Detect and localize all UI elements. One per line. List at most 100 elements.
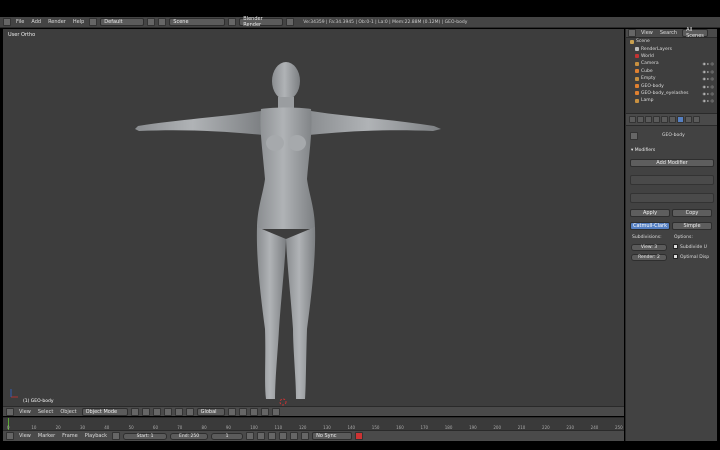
shading-icon[interactable] [130,407,139,416]
add-screen-icon[interactable] [147,18,156,26]
outliner-item[interactable]: Camera ◉ ▸ ◎ [626,60,717,67]
manipulator-icon[interactable] [152,407,161,416]
menu-file[interactable]: File [14,19,26,25]
orientation-dropdown[interactable]: Global [196,407,225,416]
menu-help[interactable]: Help [71,19,86,25]
simple-button[interactable]: Simple [672,222,712,230]
data-tab-icon[interactable] [685,116,692,123]
menu-render[interactable]: Render [46,19,68,25]
visibility-toggle-icon[interactable]: ◉ ▸ ◎ [702,61,714,66]
snap-icon[interactable] [260,407,269,416]
editor-type-icon[interactable] [3,18,11,26]
human-body-mesh[interactable] [123,59,453,404]
screen-layout-dropdown[interactable]: Default [100,18,145,26]
outliner-menu-search[interactable]: Search [658,30,679,36]
menu-view[interactable]: View [17,433,33,439]
outliner-item[interactable]: World [626,53,717,60]
subdivide-uvs-option[interactable]: Subdivide U [673,244,707,250]
outliner-item[interactable]: GEO-body ◉ ▸ ◎ [626,82,717,89]
scale-icon[interactable] [185,407,194,416]
play-reverse-icon[interactable] [268,432,277,440]
layer-lock-icon[interactable] [249,407,258,416]
outliner-item[interactable]: Lamp ◉ ▸ ◎ [626,97,717,104]
layers-icon-2[interactable] [238,407,247,416]
outliner-item[interactable]: GEO-body_eyelashes ◉ ▸ ◎ [626,90,717,97]
play-icon[interactable] [279,432,288,440]
outliner[interactable]: View Search All Scenes Scene RenderLayers… [625,27,717,113]
timeline[interactable]: 0 10 20 30 40 50 60 70 80 90 100 110 120 130 140 150 160… [3,417,624,431]
viewport-header: View Select Object Object Mode Global [3,406,624,416]
render-levels-field[interactable]: Render: 2 [631,254,667,261]
menu-view[interactable]: View [17,409,33,415]
outliner-menu-view[interactable]: View [639,30,655,36]
menu-object[interactable]: Object [58,409,78,415]
current-frame-field[interactable]: 1 [211,432,244,440]
visibility-toggle-icon[interactable]: ◉ ▸ ◎ [702,91,714,96]
start-frame-field[interactable]: Start: 1 [123,432,168,440]
menu-playback[interactable]: Playback [83,433,109,439]
editor-type-icon[interactable] [6,407,14,416]
outliner-scope-dropdown[interactable]: All Scenes [682,27,709,39]
optimal-display-label: Optimal Disp [680,255,710,260]
next-keyframe-icon[interactable] [290,432,299,440]
outliner-item[interactable]: RenderLayers [626,45,717,52]
visibility-toggle-icon[interactable]: ◉ ▸ ◎ [702,69,714,74]
prev-keyframe-icon[interactable] [257,432,266,440]
record-icon[interactable] [355,432,364,440]
mode-dropdown[interactable]: Object Mode [81,407,128,416]
menu-frame[interactable]: Frame [60,433,80,439]
scene-tab-icon[interactable] [645,116,652,123]
outliner-item-label: GEO-body [641,83,664,89]
preview-range-icon[interactable] [112,432,121,440]
modifiers-tab-icon[interactable] [677,116,684,123]
visibility-toggle-icon[interactable]: ◉ ▸ ◎ [702,98,714,103]
copy-button[interactable]: Copy [672,209,712,217]
render-tab-icon[interactable] [629,116,636,123]
translate-icon[interactable] [163,407,172,416]
menu-marker[interactable]: Marker [36,433,57,439]
add-scene-icon[interactable] [228,18,237,26]
outliner-item[interactable]: Scene [626,38,717,45]
torso [257,107,315,229]
end-frame-field[interactable]: End: 250 [170,432,209,440]
editor-type-icon[interactable] [628,29,636,37]
modifier-panel-1[interactable] [630,175,714,185]
visibility-toggle-icon[interactable]: ◉ ▸ ◎ [702,76,714,81]
menu-select[interactable]: Select [36,409,55,415]
constraints-tab-icon[interactable] [669,116,676,123]
modifier-panel-2[interactable] [630,193,714,203]
world-tab-icon[interactable] [653,116,660,123]
object-type-icon [635,91,639,96]
render-preview-icon[interactable] [271,407,280,416]
modifiers-section-title: ▾ Modifiers [631,148,656,153]
visibility-toggle-icon[interactable]: ◉ ▸ ◎ [702,84,714,89]
outliner-item[interactable]: Empty ◉ ▸ ◎ [626,75,717,82]
pin-icon[interactable] [630,132,638,140]
object-type-icon [635,98,639,103]
outliner-item[interactable]: Cube ◉ ▸ ◎ [626,68,717,75]
optimal-display-checkbox[interactable] [673,254,678,259]
object-type-icon [635,69,639,74]
axis-gizmo-icon [10,389,18,398]
properties-tabs [626,114,717,126]
sync-dropdown[interactable]: No Sync [312,432,353,440]
jump-end-icon[interactable] [301,432,310,440]
subdivide-uvs-checkbox[interactable] [673,244,678,249]
add-modifier-button[interactable]: Add Modifier [630,159,714,167]
layers-icon[interactable] [227,407,236,416]
catmull-clark-button[interactable]: Catmull-Clark [630,222,670,230]
material-tab-icon[interactable] [693,116,700,123]
rotate-icon[interactable] [174,407,183,416]
3d-viewport[interactable]: User Ortho (1) GEO-body [3,29,624,406]
menu-add[interactable]: Add [29,19,43,25]
view-levels-field[interactable]: View: 3 [631,244,667,251]
render-engine-dropdown[interactable]: Blender Render [239,16,284,28]
optimal-display-option[interactable]: Optimal Disp [673,254,709,260]
render-layers-tab-icon[interactable] [637,116,644,123]
jump-start-icon[interactable] [246,432,255,440]
pivot-icon[interactable] [141,407,150,416]
editor-type-icon[interactable] [6,432,14,440]
object-tab-icon[interactable] [661,116,668,123]
apply-button[interactable]: Apply [630,209,670,217]
scene-dropdown[interactable]: Scene [169,18,226,26]
